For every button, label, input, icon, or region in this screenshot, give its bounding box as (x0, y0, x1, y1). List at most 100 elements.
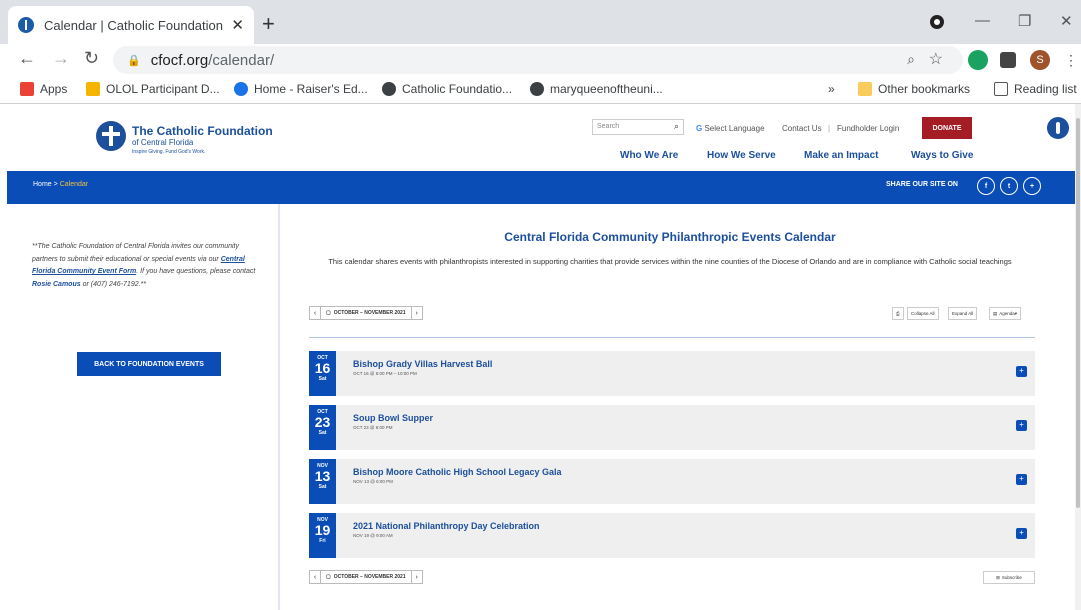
nav-make-an-impact[interactable]: Make an Impact (804, 150, 878, 161)
bookmarks-bar: Apps OLOL Participant D... Home - Raiser… (0, 76, 1081, 104)
reading-list[interactable]: Reading list (994, 82, 1077, 96)
url-path: /calendar/ (208, 51, 275, 69)
nav-how-we-serve[interactable]: How We Serve (707, 150, 776, 161)
collapse-all-button[interactable]: Collapse All (907, 307, 939, 320)
event-time: OCT 16 @ 6:00 PM – 10:00 PM (353, 371, 417, 376)
profile-avatar[interactable]: S (1030, 50, 1050, 70)
agenda-icon: ▤ (993, 310, 998, 316)
back-icon[interactable]: ← (18, 48, 36, 69)
logo-tagline: Inspire Giving. Fund God's Work. (132, 149, 206, 155)
event-date: OCT 23 Sat (309, 405, 336, 450)
add-to-calendar-icon[interactable]: + (1016, 420, 1027, 431)
donate-button[interactable]: DONATE (922, 117, 972, 139)
event-row[interactable]: OCT 16 Sat Bishop Grady Villas Harvest B… (309, 351, 1035, 396)
lock-icon: 🔒 (127, 54, 141, 67)
breadcrumb-home[interactable]: Home (33, 181, 52, 188)
page-scrollbar[interactable] (1075, 104, 1081, 610)
event-date: NOV 13 Sat (309, 459, 336, 504)
event-title[interactable]: 2021 National Philanthropy Day Celebrati… (353, 521, 540, 531)
globe-icon (382, 82, 396, 96)
scrollbar-thumb[interactable] (1076, 118, 1080, 508)
select-language[interactable]: G Select Language (696, 124, 765, 133)
more-bookmarks-button[interactable]: » (828, 82, 835, 96)
range-picker[interactable]: ▢ OCTOBER – NOVEMBER 2021 (321, 306, 411, 320)
accessibility-icon[interactable] (1047, 117, 1069, 139)
expand-all-button[interactable]: Expand All (948, 307, 978, 320)
close-window-icon[interactable]: ✕ (1060, 12, 1073, 30)
share-more-icon[interactable]: + (1023, 177, 1041, 195)
search-icon[interactable]: ⌕ (674, 121, 679, 132)
bookmark-maryqueen[interactable]: maryqueenoftheuni... (530, 82, 663, 96)
event-row[interactable]: OCT 23 Sat Soup Bowl Supper OCT 23 @ 6:0… (309, 405, 1035, 450)
range-picker[interactable]: ▢ OCTOBER – NOVEMBER 2021 (321, 570, 411, 584)
print-button[interactable]: ⎙ (892, 307, 904, 320)
maximize-icon[interactable]: ❐ (1018, 12, 1031, 30)
logo-name[interactable]: The Catholic Foundation (132, 124, 273, 138)
site-search-input[interactable]: Search ⌕ (592, 119, 684, 135)
reload-icon[interactable]: ↻ (84, 48, 99, 69)
calendar-icon: ▢ (326, 574, 331, 580)
next-range-button[interactable]: › (410, 306, 423, 320)
bookmark-apps[interactable]: Apps (20, 82, 67, 96)
subscribe-button[interactable]: ⊞ Subscribe (983, 571, 1035, 584)
extension-icon[interactable] (968, 50, 988, 70)
calendar-title: Central Florida Community Philanthropic … (504, 230, 836, 244)
nav-who-we-are[interactable]: Who We Are (620, 150, 678, 161)
bookmark-catholic-foundation[interactable]: Catholic Foundatio... (382, 82, 512, 96)
bookmark-raisers-edge[interactable]: Home - Raiser's Ed... (234, 82, 368, 96)
date-range-pager-bottom: ‹ ▢ OCTOBER – NOVEMBER 2021 › (309, 570, 423, 584)
browser-toolbar: ← → ↻ 🔒 cfocf.org/calendar/ ⌕ ☆ (0, 44, 1081, 76)
util-divider: | (828, 124, 831, 133)
chevron-down-icon: ▾ (1014, 310, 1018, 316)
bookmark-star-icon[interactable]: ☆ (929, 49, 943, 69)
close-tab-icon[interactable]: ✕ (231, 16, 244, 34)
new-tab-icon[interactable]: + (262, 11, 275, 37)
rss-icon: ⊞ (996, 574, 1000, 580)
view-selector[interactable]: ▤ Agenda ▾ (989, 307, 1022, 320)
site-favicon-icon (18, 17, 34, 33)
column-divider (278, 204, 280, 610)
back-to-foundation-events-button[interactable]: BACK TO FOUNDATION EVENTS (77, 352, 221, 376)
other-bookmarks[interactable]: Other bookmarks (858, 82, 970, 96)
folder-icon (858, 82, 872, 96)
browser-tab[interactable]: Calendar | Catholic Foundation of ✕ (8, 6, 254, 44)
add-to-calendar-icon[interactable]: + (1016, 528, 1027, 539)
bookmark-olol[interactable]: OLOL Participant D... (86, 82, 220, 96)
event-title[interactable]: Bishop Moore Catholic High School Legacy… (353, 467, 562, 477)
fundholder-login-link[interactable]: Fundholder Login (837, 124, 899, 133)
date-range-pager-top: ‹ ▢ OCTOBER – NOVEMBER 2021 › (309, 306, 423, 320)
contact-link[interactable]: Contact Us (782, 124, 822, 133)
nav-ways-to-give[interactable]: Ways to Give (911, 150, 973, 161)
reading-list-icon (994, 82, 1008, 96)
add-to-calendar-icon[interactable]: + (1016, 474, 1027, 485)
event-title[interactable]: Bishop Grady Villas Harvest Ball (353, 359, 492, 369)
address-bar[interactable]: 🔒 cfocf.org/calendar/ ⌕ ☆ (113, 46, 963, 74)
calendar-description: This calendar shares events with philant… (328, 257, 1012, 266)
breadcrumb-current: Calendar (59, 181, 89, 188)
url-domain: cfocf.org (150, 51, 209, 69)
forward-icon[interactable]: → (52, 48, 70, 69)
prev-range-button[interactable]: ‹ (309, 306, 321, 320)
event-row[interactable]: NOV 19 Fri 2021 National Philanthropy Da… (309, 513, 1035, 558)
minimize-icon[interactable]: — (975, 12, 990, 29)
event-title[interactable]: Soup Bowl Supper (353, 413, 433, 423)
twitter-icon[interactable]: t (1000, 177, 1018, 195)
calendar-icon: ▢ (326, 310, 331, 316)
share-label: SHARE OUR SITE ON (886, 181, 958, 188)
browser-menu-icon[interactable]: ⋮ (1064, 52, 1078, 69)
next-range-button[interactable]: › (410, 570, 423, 584)
divider-line (309, 337, 1035, 338)
zoom-icon[interactable]: ⌕ (907, 51, 915, 68)
foundation-logo-icon[interactable] (96, 121, 126, 151)
olol-icon (86, 82, 100, 96)
breadcrumb: Home > Calendar (33, 181, 89, 188)
facebook-icon[interactable]: f (977, 177, 995, 195)
event-time: NOV 19 @ 9:00 AM (353, 533, 393, 538)
event-date: OCT 16 Sat (309, 351, 336, 396)
prev-range-button[interactable]: ‹ (309, 570, 321, 584)
contact-name[interactable]: Rosie Camous (32, 281, 81, 288)
add-to-calendar-icon[interactable]: + (1016, 366, 1027, 377)
media-record-icon[interactable] (930, 15, 944, 29)
event-row[interactable]: NOV 13 Sat Bishop Moore Catholic High Sc… (309, 459, 1035, 504)
extensions-puzzle-icon[interactable] (1000, 52, 1016, 68)
